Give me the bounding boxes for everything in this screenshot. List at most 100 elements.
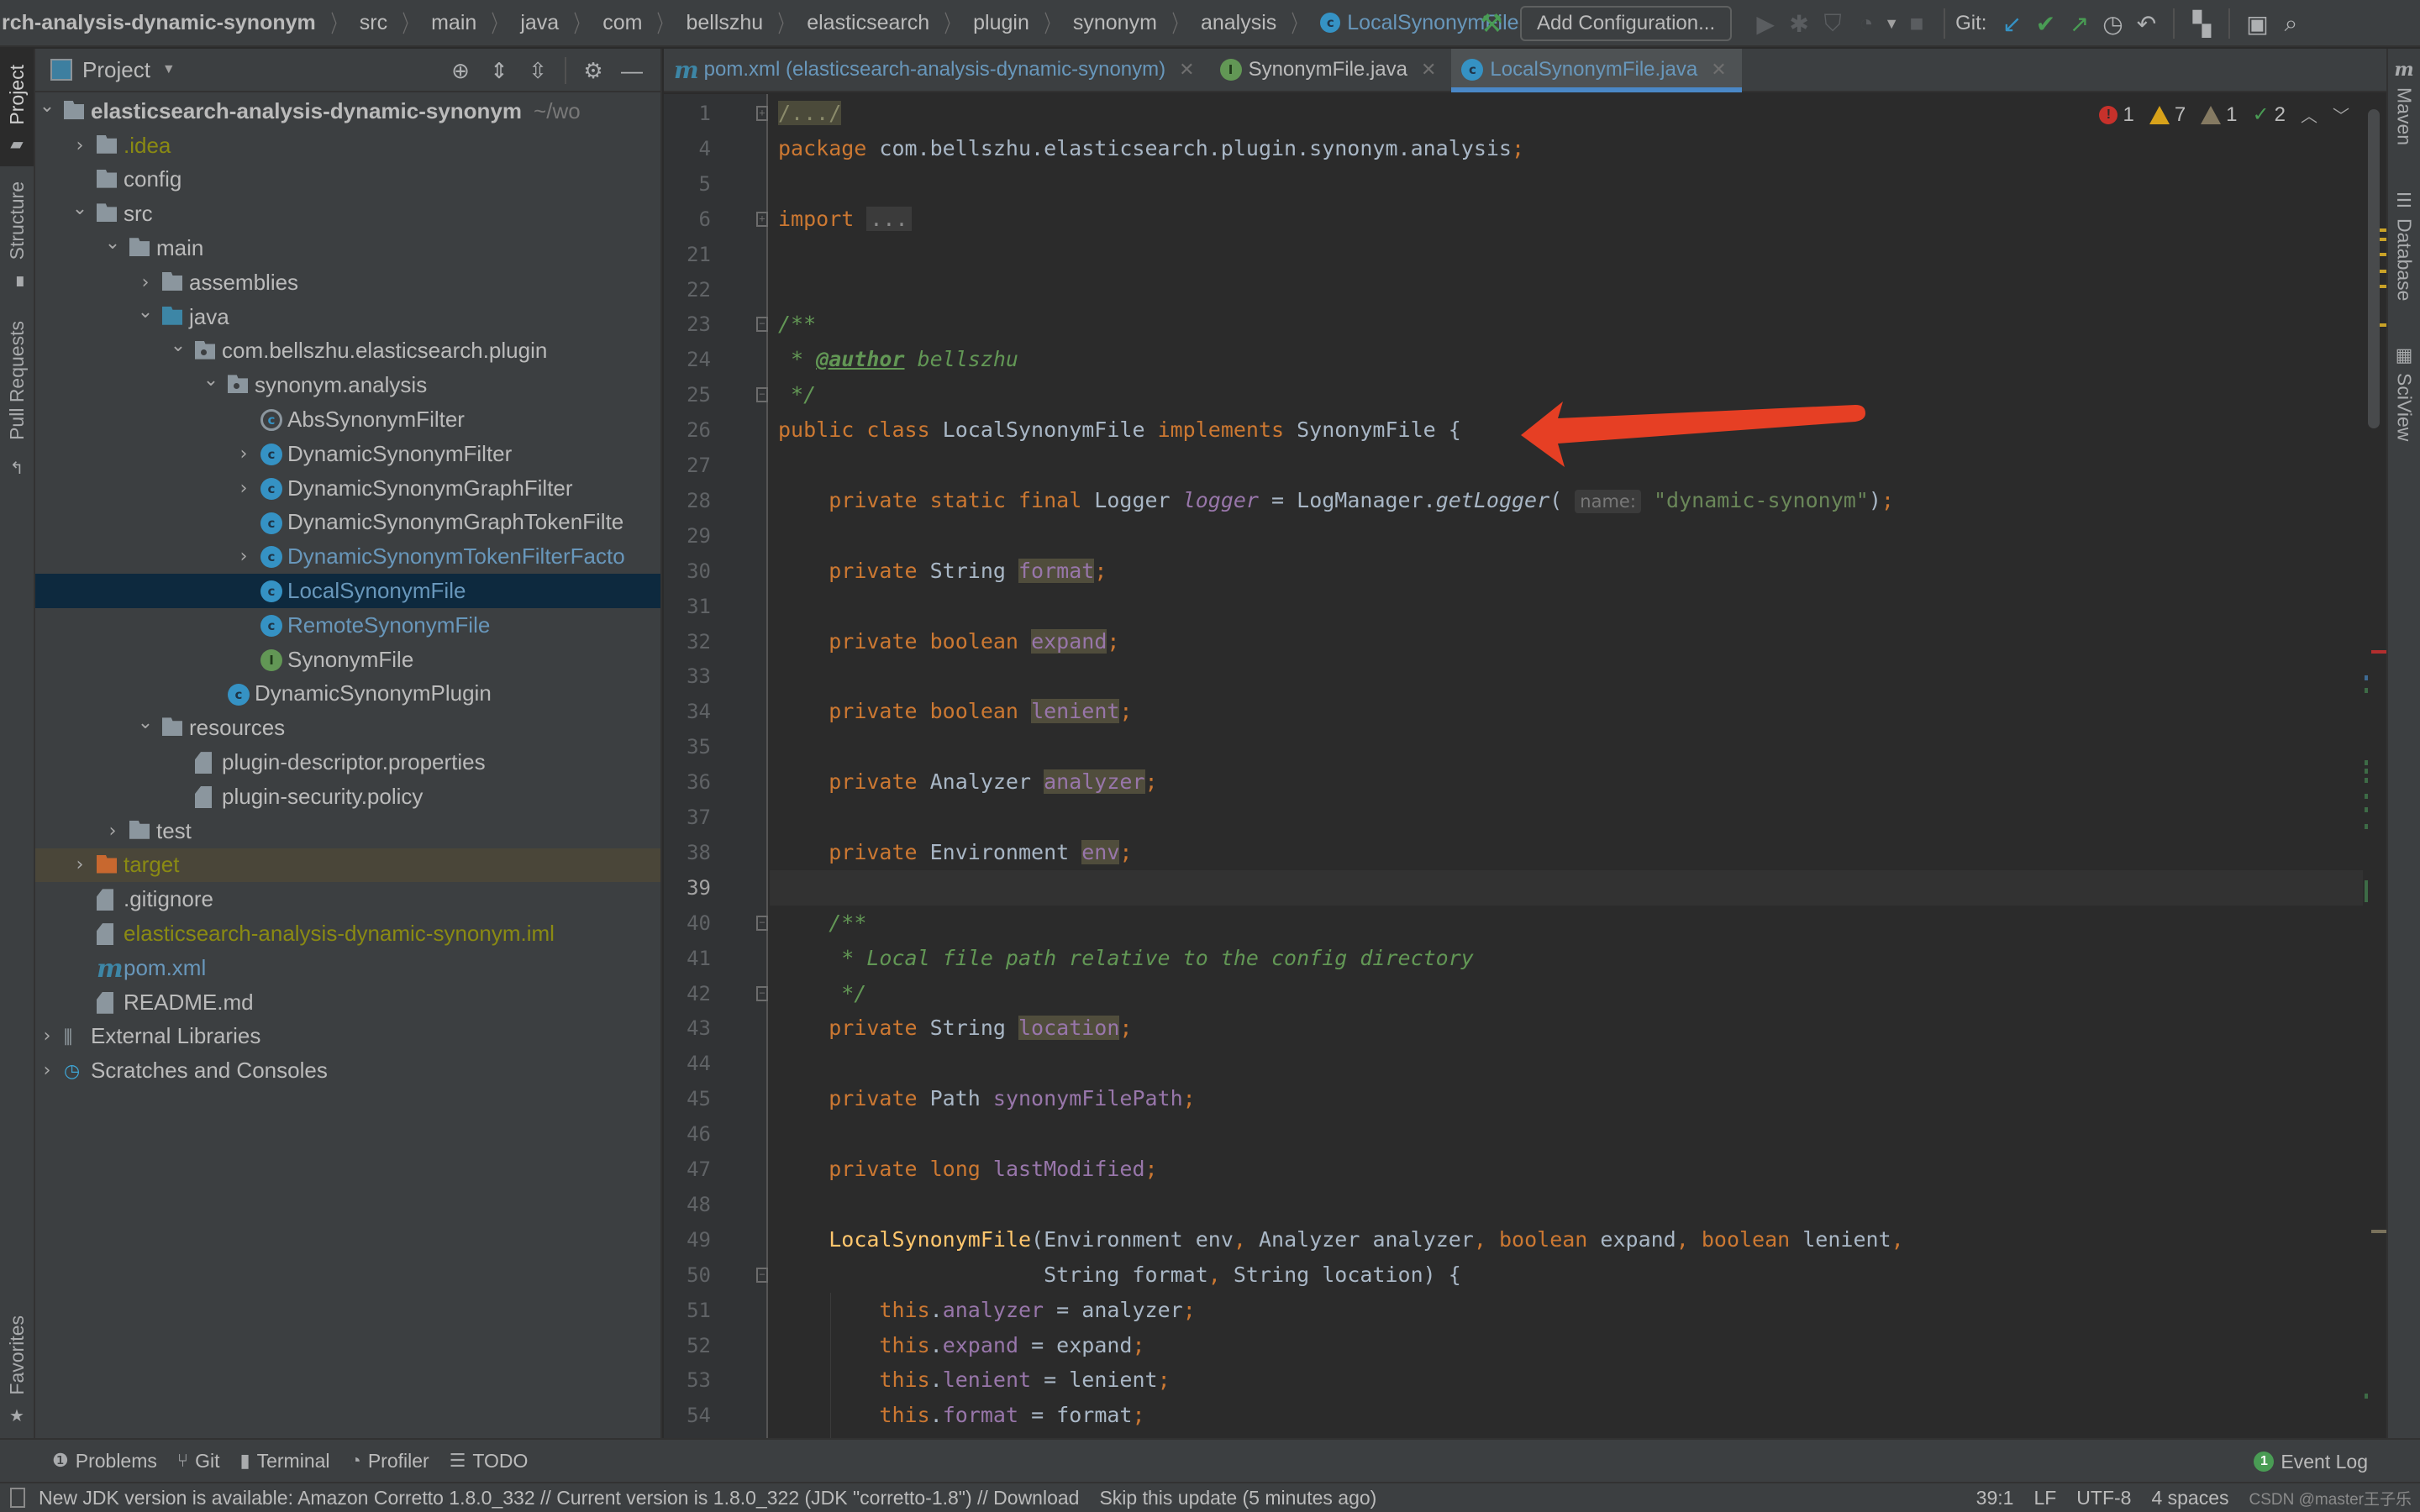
hide-panel-icon[interactable]: — bbox=[615, 54, 649, 87]
breadcrumb-item[interactable]: analysis bbox=[1197, 11, 1280, 35]
breadcrumb-item[interactable]: main bbox=[428, 11, 480, 35]
fold-expand-icon[interactable]: + bbox=[756, 106, 768, 121]
code-line[interactable]: private String format; bbox=[778, 554, 1107, 589]
file-encoding[interactable]: UTF-8 bbox=[2076, 1487, 2131, 1509]
code-line[interactable]: * @author bellszhu bbox=[778, 342, 1018, 377]
line-number[interactable]: 4 bbox=[664, 131, 711, 166]
search-everywhere-icon[interactable]: ⌕ bbox=[2274, 7, 2307, 40]
chevron-right-icon[interactable]: › bbox=[104, 821, 121, 842]
build-hammer-icon[interactable]: ⚒ bbox=[1475, 7, 1508, 40]
tree-item[interactable]: ⌄ src bbox=[35, 197, 660, 231]
profile-icon[interactable]: ◔ bbox=[1849, 7, 1883, 40]
line-separator[interactable]: LF bbox=[2033, 1487, 2056, 1509]
line-number[interactable]: 29 bbox=[664, 518, 711, 554]
tab-pom-xml[interactable]: m pom.xml (elasticsearch-analysis-dynami… bbox=[664, 49, 1210, 91]
code-line[interactable]: private Environment env; bbox=[778, 835, 1132, 870]
line-number[interactable]: 42 bbox=[664, 976, 711, 1011]
line-number[interactable]: 28 bbox=[664, 483, 711, 518]
tab-synonymfile-java[interactable]: I SynonymFile.java ✕ bbox=[1210, 49, 1452, 91]
tree-item[interactable]: › assemblies bbox=[35, 265, 660, 300]
chevron-right-icon[interactable]: › bbox=[71, 135, 88, 156]
tool-tab-favorites[interactable]: Favorites ★ bbox=[0, 1300, 34, 1435]
line-number[interactable]: 46 bbox=[664, 1116, 711, 1152]
git-push-icon[interactable]: ↗ bbox=[2062, 7, 2096, 40]
line-number[interactable]: 38 bbox=[664, 835, 711, 870]
tree-item[interactable]: config bbox=[35, 163, 660, 197]
code-line[interactable]: /.../ bbox=[778, 96, 842, 131]
run-anything-icon[interactable]: ▣ bbox=[2240, 7, 2274, 40]
fold-expand-icon[interactable]: + bbox=[756, 211, 768, 227]
chevron-down-icon[interactable]: ⌄ bbox=[170, 335, 187, 356]
status-message[interactable]: New JDK version is available: Amazon Cor… bbox=[39, 1487, 1079, 1509]
coverage-icon[interactable]: ⛉ bbox=[1816, 7, 1849, 40]
tree-item[interactable]: › c DynamicSynonymTokenFilterFacto bbox=[35, 539, 660, 574]
line-number[interactable]: 51 bbox=[664, 1293, 711, 1328]
inspections-widget[interactable]: ! 1 7 1 ✓ 2 ︿ ﹀ bbox=[2099, 102, 2349, 127]
chevron-right-icon[interactable]: › bbox=[235, 546, 252, 567]
tree-item[interactable]: › ◷ Scratches and Consoles bbox=[35, 1053, 660, 1088]
change-marker[interactable] bbox=[2365, 794, 2368, 799]
change-marker[interactable] bbox=[2365, 675, 2368, 680]
tree-item[interactable]: › test bbox=[35, 814, 660, 848]
code-line[interactable]: private static final Logger logger = Log… bbox=[778, 483, 1894, 518]
warning-count[interactable]: 7 bbox=[2149, 103, 2186, 127]
breadcrumb-item[interactable]: rch-analysis-dynamic-synonym bbox=[0, 11, 319, 35]
tab-localsynonymfile-java[interactable]: c LocalSynonymFile.java ✕ bbox=[1451, 49, 1742, 92]
next-problem-icon[interactable]: ﹀ bbox=[2333, 102, 2349, 127]
tree-item[interactable]: ⌄ elasticsearch-analysis-dynamic-synonym ~… bbox=[35, 94, 660, 129]
line-number[interactable]: 24 bbox=[664, 342, 711, 377]
change-marker[interactable] bbox=[2365, 769, 2368, 774]
tree-item[interactable]: elasticsearch-analysis-dynamic-synonym.i… bbox=[35, 916, 660, 951]
fold-collapse-icon[interactable]: − bbox=[756, 317, 768, 333]
tree-item[interactable]: .gitignore bbox=[35, 882, 660, 916]
line-number[interactable]: 31 bbox=[664, 589, 711, 624]
change-marker[interactable] bbox=[2365, 1394, 2368, 1399]
stop-icon[interactable]: ■ bbox=[1900, 7, 1933, 40]
line-number[interactable]: 43 bbox=[664, 1011, 711, 1046]
code-line[interactable]: this.expand = expand; bbox=[778, 1328, 1144, 1363]
fold-collapse-icon[interactable]: − bbox=[756, 915, 768, 931]
tree-item[interactable]: ⌄ resources bbox=[35, 711, 660, 745]
close-icon[interactable]: ✕ bbox=[1711, 59, 1726, 81]
code-line[interactable]: * Local file path relative to the config… bbox=[778, 941, 1474, 976]
breadcrumb-item[interactable]: synonym bbox=[1070, 11, 1160, 35]
tool-tab-maven[interactable]: m Maven bbox=[2388, 59, 2420, 145]
tree-item[interactable]: › c DynamicSynonymGraphFilter bbox=[35, 471, 660, 506]
chevron-right-icon[interactable]: › bbox=[39, 1060, 55, 1081]
dropdown-icon[interactable]: ▼ bbox=[1883, 7, 1900, 40]
line-number[interactable]: 39 bbox=[664, 870, 711, 906]
tree-item[interactable]: README.md bbox=[35, 985, 660, 1020]
line-number[interactable]: 52 bbox=[664, 1328, 711, 1363]
line-number[interactable]: 1 bbox=[664, 96, 711, 131]
code-line[interactable]: private Analyzer analyzer; bbox=[778, 764, 1158, 800]
tree-item[interactable]: › c DynamicSynonymFilter bbox=[35, 437, 660, 471]
line-number[interactable]: 40 bbox=[664, 906, 711, 941]
tree-item[interactable]: c DynamicSynonymPlugin bbox=[35, 677, 660, 711]
vertical-scrollbar[interactable] bbox=[2368, 109, 2380, 428]
line-number[interactable]: 21 bbox=[664, 237, 711, 272]
tree-item[interactable]: c LocalSynonymFile bbox=[35, 574, 660, 608]
rollback-icon[interactable]: ↶ bbox=[2129, 7, 2163, 40]
code-line[interactable]: */ bbox=[778, 976, 866, 1011]
breadcrumb-item[interactable]: java bbox=[517, 11, 562, 35]
tree-item[interactable]: › .idea bbox=[35, 129, 660, 163]
tool-tab-project[interactable]: Project ▰ bbox=[0, 49, 34, 166]
code-line[interactable]: /** bbox=[778, 307, 816, 342]
tree-item[interactable]: c AbsSynonymFilter bbox=[35, 402, 660, 437]
line-number[interactable]: 48 bbox=[664, 1187, 711, 1222]
error-count[interactable]: ! 1 bbox=[2099, 103, 2134, 127]
chevron-down-icon[interactable]: ⌄ bbox=[39, 96, 55, 117]
tree-item[interactable]: ⌄ java bbox=[35, 300, 660, 334]
chevron-right-icon[interactable]: › bbox=[71, 854, 88, 875]
tool-tab-terminal[interactable]: ▮ Terminal bbox=[239, 1450, 329, 1473]
previous-problem-icon[interactable]: ︿ bbox=[2301, 102, 2317, 127]
chevron-right-icon[interactable]: › bbox=[137, 272, 154, 293]
tree-item[interactable]: ⌄ synonym.analysis bbox=[35, 368, 660, 402]
tree-item[interactable]: plugin-security.policy bbox=[35, 780, 660, 814]
code-line[interactable]: package com.bellszhu.elasticsearch.plugi… bbox=[778, 131, 1524, 166]
tree-item[interactable]: c DynamicSynonymGraphTokenFilte bbox=[35, 506, 660, 540]
line-number[interactable]: 44 bbox=[664, 1046, 711, 1081]
chevron-right-icon[interactable]: › bbox=[235, 478, 252, 499]
line-number[interactable]: 33 bbox=[664, 659, 711, 694]
line-number[interactable]: 5 bbox=[664, 166, 711, 202]
